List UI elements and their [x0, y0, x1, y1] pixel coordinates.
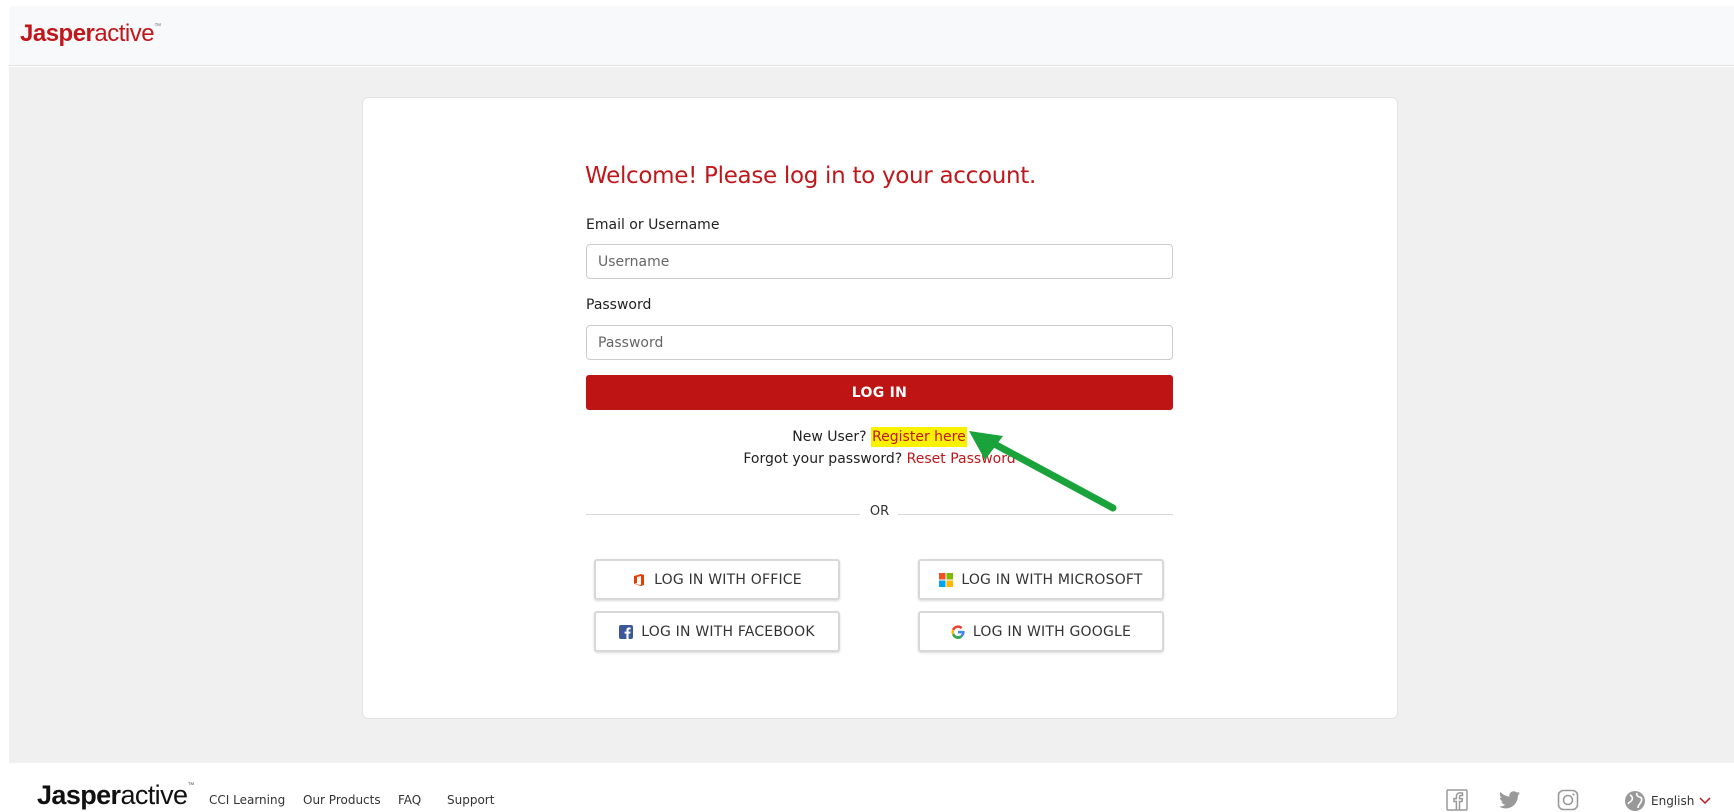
page-title: Welcome! Please log in to your account.	[585, 163, 1037, 189]
footer-logo[interactable]: Jasperactive™	[37, 780, 194, 811]
office-label: LOG IN WITH OFFICE	[654, 571, 802, 588]
footer-link-cci-learning[interactable]: CCI Learning	[209, 793, 285, 807]
footer-link-faq[interactable]: FAQ	[398, 793, 421, 807]
forgot-text: Forgot your password?	[743, 451, 903, 467]
login-with-microsoft-button[interactable]: LOG IN WITH MICROSOFT	[918, 559, 1164, 600]
new-user-text: New User?	[792, 429, 867, 445]
microsoft-label: LOG IN WITH MICROSOFT	[961, 571, 1143, 588]
or-divider: OR	[586, 503, 1173, 523]
globe-icon	[1625, 791, 1645, 811]
facebook-icon	[619, 624, 634, 639]
or-text: OR	[869, 504, 890, 519]
login-button[interactable]: LOG IN	[586, 375, 1173, 410]
email-label: Email or Username	[586, 217, 720, 233]
google-icon	[951, 624, 965, 639]
footer-link-support[interactable]: Support	[447, 793, 494, 807]
instagram-icon[interactable]	[1557, 789, 1579, 811]
microsoft-icon	[939, 572, 954, 587]
facebook-social-icon[interactable]	[1446, 789, 1468, 811]
facebook-label: LOG IN WITH FACEBOOK	[641, 623, 815, 640]
password-input[interactable]	[586, 325, 1173, 360]
login-with-google-button[interactable]: LOG IN WITH GOOGLE	[918, 611, 1164, 652]
footer: Jasperactive™ CCI Learning Our Products …	[0, 763, 1734, 812]
username-input[interactable]	[586, 244, 1173, 279]
google-label: LOG IN WITH GOOGLE	[972, 623, 1132, 640]
language-selector[interactable]: English	[1624, 790, 1711, 812]
language-label: English	[1651, 794, 1695, 808]
footer-link-our-products[interactable]: Our Products	[303, 793, 381, 807]
login-with-facebook-button[interactable]: LOG IN WITH FACEBOOK	[594, 611, 840, 652]
twitter-icon[interactable]	[1499, 789, 1521, 811]
office-icon	[634, 573, 645, 586]
login-with-office-button[interactable]: LOG IN WITH OFFICE	[594, 559, 840, 600]
header-logo[interactable]: Jasperactive™	[20, 20, 161, 48]
top-header: Jasperactive™	[9, 6, 1734, 66]
chevron-down-icon	[1699, 797, 1711, 805]
register-link[interactable]: Register here	[871, 427, 967, 447]
password-label: Password	[586, 297, 652, 313]
